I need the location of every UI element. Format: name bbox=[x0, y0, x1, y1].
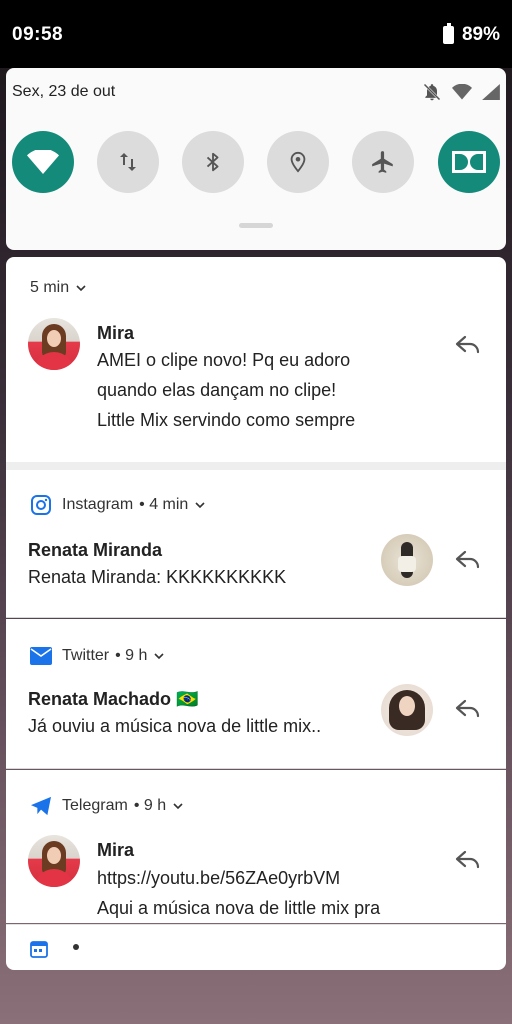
sender-name: Mira bbox=[97, 840, 135, 860]
location-tile[interactable] bbox=[267, 131, 329, 193]
notification-overflow-shelf[interactable] bbox=[6, 924, 506, 970]
app-name: Telegram bbox=[62, 797, 128, 814]
date-label: Sex, 23 de out bbox=[12, 83, 116, 100]
notification-mira[interactable]: 5 min Mira AMEI o clipe novo! Pq eu ador… bbox=[6, 257, 506, 462]
avatar bbox=[381, 684, 433, 736]
notification-time: • 4 min bbox=[139, 496, 189, 513]
app-name: Instagram bbox=[62, 496, 134, 513]
battery-percent: 89% bbox=[461, 24, 500, 45]
airplane-icon bbox=[372, 151, 393, 173]
message-body: AMEI o clipe novo! Pq eu adoro quando el… bbox=[97, 350, 356, 430]
battery-icon bbox=[442, 23, 454, 44]
wifi-icon bbox=[27, 150, 59, 174]
data-arrows-icon bbox=[120, 153, 136, 171]
notification-time: 5 min bbox=[30, 279, 70, 296]
notification-twitter[interactable]: Twitter • 9 h Renata Machado 🇧🇷 Já ouviu… bbox=[6, 619, 506, 769]
clock: 09:58 bbox=[12, 24, 64, 45]
cell-signal-icon bbox=[482, 84, 500, 100]
reply-icon[interactable] bbox=[455, 550, 481, 570]
avatar bbox=[28, 318, 80, 370]
reply-icon[interactable] bbox=[455, 850, 481, 870]
sender-name: Renata Machado 🇧🇷 bbox=[28, 689, 199, 709]
bluetooth-icon bbox=[206, 152, 219, 172]
airplane-tile[interactable] bbox=[352, 131, 414, 193]
reply-icon[interactable] bbox=[455, 335, 481, 355]
instagram-icon bbox=[30, 494, 52, 516]
message-link[interactable]: https://youtu.be/56ZAe0yrbVM bbox=[97, 863, 380, 893]
notification-telegram[interactable]: Telegram • 9 h Mira https://youtu.be/56Z… bbox=[6, 770, 506, 923]
chevron-down-icon[interactable] bbox=[172, 800, 184, 812]
reply-icon[interactable] bbox=[455, 699, 481, 719]
notification-instagram[interactable]: Instagram • 4 min Renata Miranda Renata … bbox=[6, 470, 506, 618]
chevron-down-icon[interactable] bbox=[194, 499, 206, 511]
chevron-down-icon[interactable] bbox=[153, 650, 165, 662]
calendar-icon bbox=[30, 941, 48, 958]
notification-time: • 9 h bbox=[115, 647, 148, 664]
telegram-icon bbox=[30, 795, 52, 817]
battery-indicator: 89% bbox=[442, 23, 500, 46]
bluetooth-tile[interactable] bbox=[182, 131, 244, 193]
status-bar: 09:58 89% bbox=[0, 0, 512, 68]
dolby-tile[interactable] bbox=[438, 131, 500, 193]
notification-header: Instagram • 4 min bbox=[30, 494, 206, 516]
quick-tiles-row bbox=[12, 131, 500, 193]
dolby-icon bbox=[452, 151, 486, 173]
system-icons bbox=[422, 82, 500, 102]
wifi-signal-icon bbox=[452, 84, 472, 100]
avatar bbox=[381, 534, 433, 586]
location-pin-icon bbox=[290, 151, 306, 173]
sender-name: Mira bbox=[97, 323, 135, 343]
notification-header: Twitter • 9 h bbox=[30, 645, 165, 667]
app-name: Twitter bbox=[62, 647, 110, 664]
drag-handle[interactable] bbox=[239, 223, 273, 228]
group-divider bbox=[6, 462, 506, 470]
wifi-tile[interactable] bbox=[12, 131, 74, 193]
notification-header: 5 min bbox=[30, 279, 87, 297]
chevron-down-icon[interactable] bbox=[75, 282, 87, 294]
quick-settings-panel: Sex, 23 de out bbox=[6, 68, 506, 250]
mail-icon bbox=[30, 645, 52, 667]
notification-header: Telegram • 9 h bbox=[30, 795, 184, 817]
more-dot bbox=[73, 944, 79, 950]
message-body: https://youtu.be/56ZAe0yrbVM Aqui a músi… bbox=[97, 863, 380, 923]
message-body: Já ouviu a música nova de little mix.. bbox=[28, 716, 322, 736]
notification-time: • 9 h bbox=[133, 797, 167, 814]
sender-name: Renata Miranda bbox=[28, 540, 163, 560]
mobile-data-tile[interactable] bbox=[97, 131, 159, 193]
avatar bbox=[28, 835, 80, 887]
bell-off-icon bbox=[423, 83, 441, 101]
message-body: Renata Miranda: KKKKKKKKKK bbox=[28, 567, 287, 587]
